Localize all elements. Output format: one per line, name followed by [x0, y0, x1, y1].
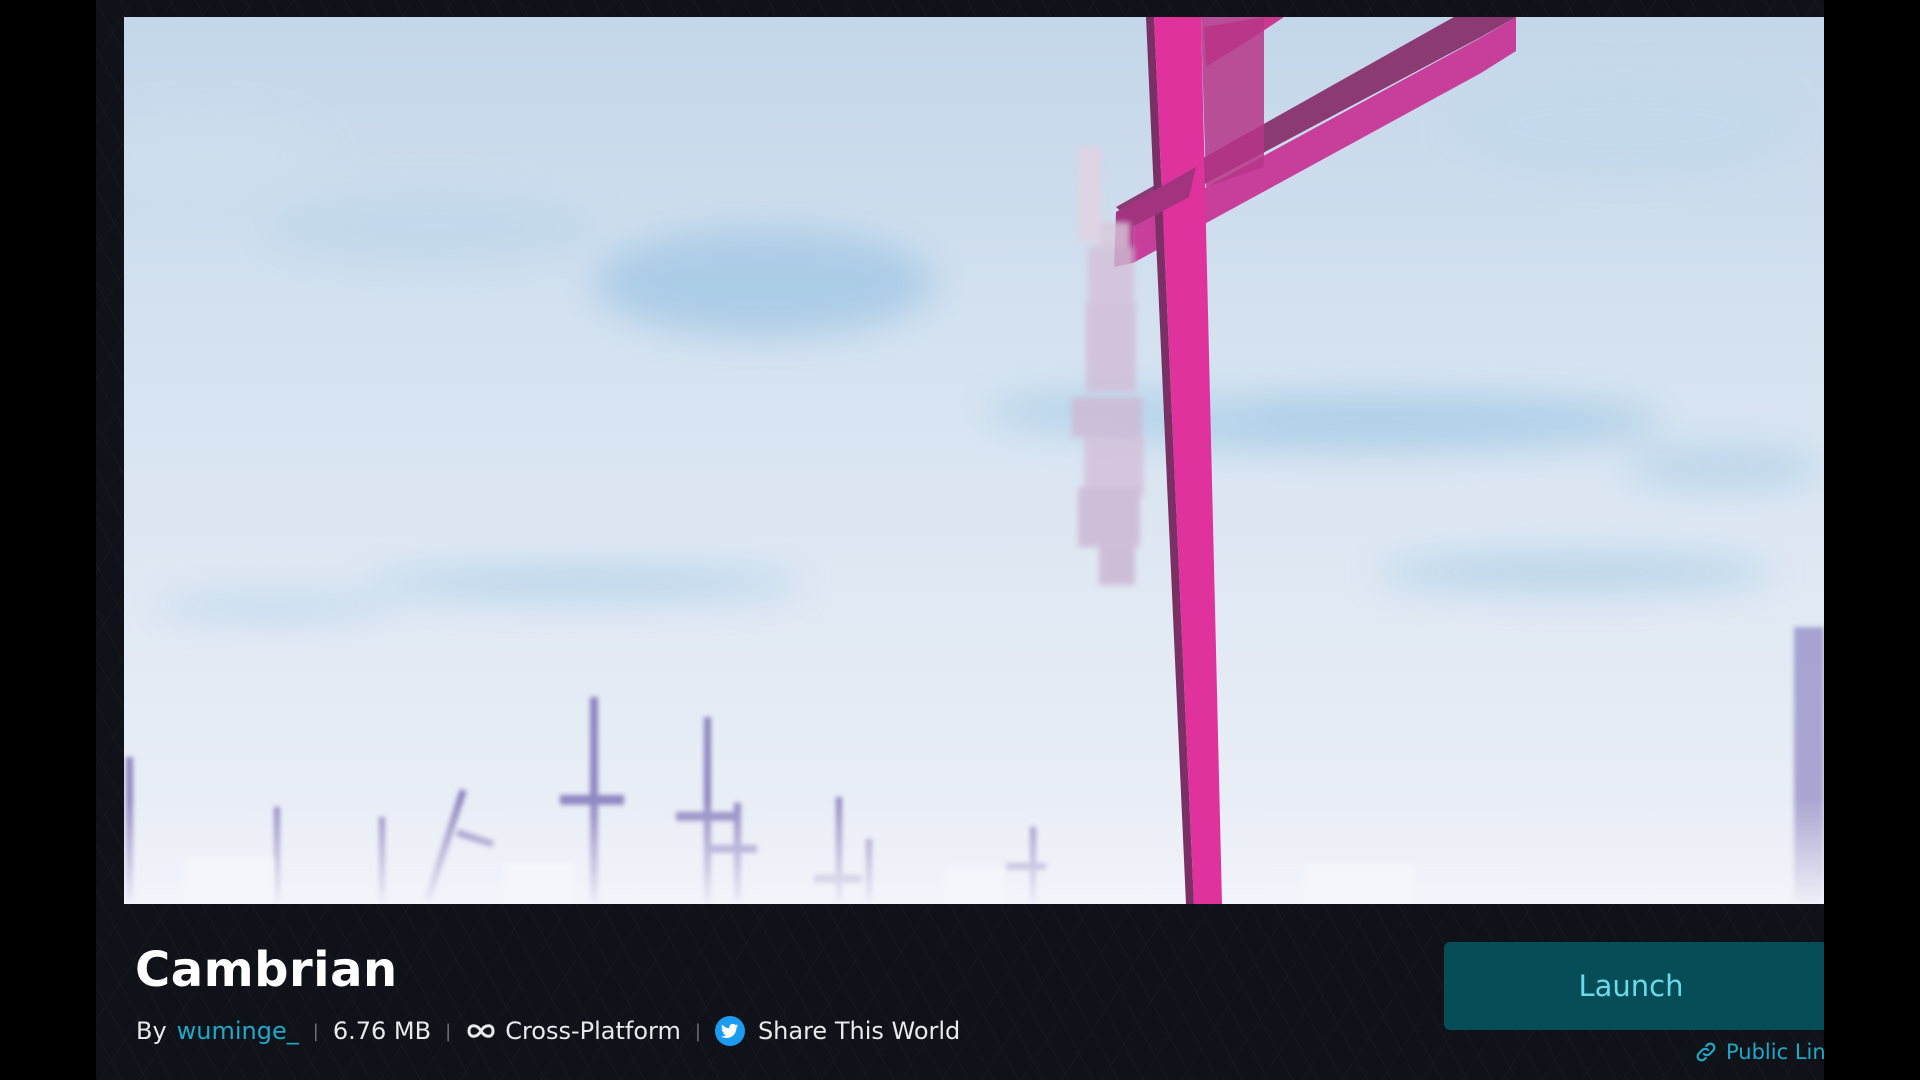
world-detail-page: Cambrian By wuminge_ | 6.76 MB | Cross-P…: [96, 0, 1824, 1080]
platform-label: Cross-Platform: [505, 1017, 681, 1045]
share-world-link[interactable]: Share This World: [758, 1017, 960, 1045]
twitter-icon[interactable]: [714, 1016, 745, 1046]
world-thumbnail-image: [124, 17, 1824, 904]
meta-divider: |: [694, 1020, 701, 1042]
file-size: 6.76 MB: [332, 1017, 432, 1045]
public-link-label: Public Link: [1726, 1040, 1824, 1064]
public-link[interactable]: Public Link: [1694, 1039, 1824, 1065]
by-label: By: [136, 1017, 167, 1045]
author-link[interactable]: wuminge_: [177, 1017, 299, 1045]
link-icon: [1694, 1040, 1718, 1064]
world-title: Cambrian: [135, 942, 398, 998]
infinity-icon: [465, 1021, 497, 1041]
launch-button[interactable]: Launch: [1444, 942, 1824, 1030]
meta-divider: |: [445, 1020, 452, 1042]
meta-divider: |: [312, 1020, 319, 1042]
world-meta-row: By wuminge_ | 6.76 MB | Cross-Platform |…: [136, 1015, 960, 1047]
